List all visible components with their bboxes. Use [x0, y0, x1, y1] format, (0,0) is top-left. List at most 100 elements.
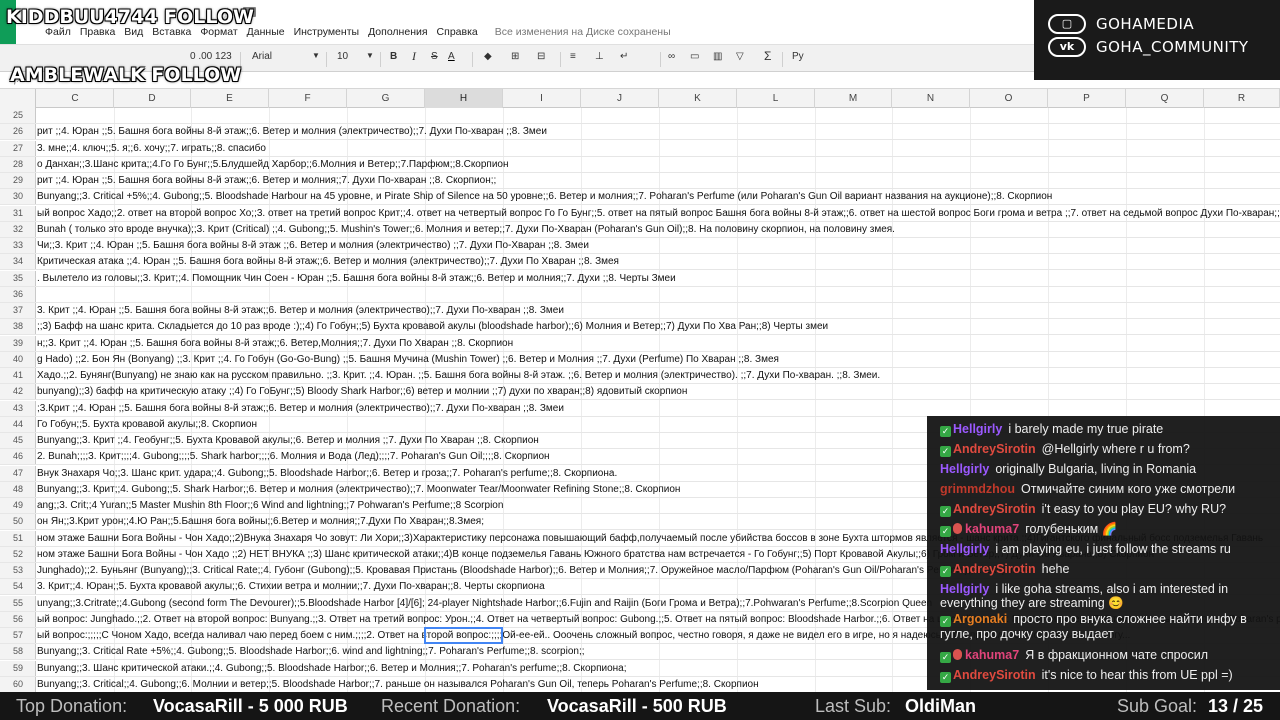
row-number[interactable]: 29 — [0, 173, 36, 189]
chat-username[interactable]: Hellgirly — [940, 582, 989, 596]
col-header-f[interactable]: F — [269, 89, 347, 108]
font-family-select[interactable]: Arial — [252, 51, 272, 62]
chat-username[interactable]: Hellgirly — [940, 542, 989, 556]
table-cell[interactable]: н;;3. Крит ;;4. Юран ;;5. Башня бога вой… — [37, 336, 1280, 351]
chat-username[interactable]: grimmdzhou — [940, 482, 1015, 496]
table-cell[interactable]: ый вопрос Хадо;;2. ответ на второй вопро… — [37, 206, 1280, 221]
menu-help[interactable]: Справка — [437, 26, 478, 38]
col-header-p[interactable]: P — [1048, 89, 1126, 108]
table-cell[interactable]: g Hado) ;;2. Бон Ян (Bonyang) ;;3. Крит … — [37, 352, 1280, 367]
chat-username[interactable]: AndreySirotin — [953, 502, 1036, 516]
comment-icon[interactable]: ▭ — [690, 51, 699, 62]
row-number[interactable]: 58 — [0, 644, 36, 660]
col-header-q[interactable]: Q — [1126, 89, 1204, 108]
table-cell[interactable]: 3. мне;;4. ключ;;5. я;;6. хочу;;7. играт… — [37, 141, 1280, 156]
row-number[interactable]: 41 — [0, 368, 36, 384]
merge-cells-icon[interactable]: ⊟ — [537, 51, 545, 62]
row-number[interactable]: 57 — [0, 628, 36, 644]
row-number[interactable]: 38 — [0, 319, 36, 335]
row-number[interactable]: 54 — [0, 579, 36, 595]
row-number[interactable]: 60 — [0, 676, 36, 692]
italic-button[interactable]: I — [412, 49, 416, 64]
row-number[interactable]: 33 — [0, 238, 36, 254]
col-header-m[interactable]: M — [815, 89, 892, 108]
table-cell[interactable]: ;;3) Бафф на шанс крита. Складыется до 1… — [37, 319, 1280, 334]
borders-icon[interactable]: ⊞ — [511, 51, 519, 62]
table-cell[interactable] — [37, 108, 1280, 123]
col-header-n[interactable]: N — [892, 89, 970, 108]
table-cell[interactable]: Критическая атака ;;4. Юран ;;5. Башня б… — [37, 254, 1280, 269]
chat-username[interactable]: AndreySirotin — [953, 668, 1036, 682]
chevron-down-icon[interactable]: ▼ — [312, 51, 320, 60]
select-all-corner[interactable] — [0, 89, 36, 108]
row-number[interactable]: 52 — [0, 546, 36, 562]
row-number[interactable]: 48 — [0, 481, 36, 497]
font-size-select[interactable]: 10 — [337, 51, 348, 62]
row-number[interactable]: 49 — [0, 498, 36, 514]
chart-icon[interactable]: ▥ — [713, 51, 722, 62]
align-left-icon[interactable]: ≡ — [570, 51, 576, 62]
row-number[interactable]: 46 — [0, 449, 36, 465]
chat-username[interactable]: Hellgirly — [953, 422, 1002, 436]
table-cell[interactable]: рит ;;4. Юран ;;5. Башня бога войны 8-й … — [37, 124, 1280, 139]
align-vertical-icon[interactable]: ⊥ — [595, 51, 604, 62]
table-cell[interactable]: Bunyang;;3. Critical +5%;;4. Gubong;;5. … — [37, 189, 1280, 204]
text-color-button[interactable]: A — [448, 51, 455, 62]
col-header-e[interactable]: E — [191, 89, 269, 108]
row-number[interactable]: 51 — [0, 530, 36, 546]
row-number[interactable]: 28 — [0, 156, 36, 172]
col-header-l[interactable]: L — [737, 89, 815, 108]
row-number[interactable]: 47 — [0, 465, 36, 481]
chat-username[interactable]: AndreySirotin — [953, 562, 1036, 576]
table-cell[interactable]: bunyang);;3) бафф на критическую атаку ;… — [37, 384, 1280, 399]
active-cell-selection[interactable] — [424, 627, 503, 644]
row-number[interactable]: 45 — [0, 433, 36, 449]
col-header-i[interactable]: I — [503, 89, 581, 108]
col-header-h[interactable]: H — [425, 89, 503, 108]
row-number[interactable]: 40 — [0, 351, 36, 367]
col-header-j[interactable]: J — [581, 89, 659, 108]
chevron-down-icon[interactable]: ▼ — [366, 51, 374, 60]
chat-username[interactable]: kahuma7 — [965, 522, 1019, 536]
row-number[interactable]: 30 — [0, 189, 36, 205]
table-cell[interactable]: . Вылетело из головы;;3. Крит;;4. Помощн… — [37, 271, 1280, 286]
row-number[interactable]: 50 — [0, 514, 36, 530]
functions-icon[interactable]: Σ — [764, 49, 771, 63]
row-number[interactable]: 37 — [0, 303, 36, 319]
chat-username[interactable]: Argonaki — [953, 612, 1007, 626]
filter-icon[interactable]: ▽ — [736, 51, 744, 62]
fill-color-icon[interactable]: ◆ — [484, 51, 492, 62]
col-header-o[interactable]: O — [970, 89, 1048, 108]
number-format-buttons[interactable]: 0 .00 123 — [190, 51, 232, 62]
strikethrough-button[interactable]: S — [431, 51, 438, 62]
row-number[interactable]: 36 — [0, 286, 36, 302]
menu-tools[interactable]: Инструменты — [294, 26, 359, 38]
bold-button[interactable]: B — [390, 51, 397, 62]
table-cell[interactable]: о Данхан;;3.Шанс крита;;4.Го Го Бунг;;5.… — [37, 157, 1280, 172]
col-header-g[interactable]: G — [347, 89, 425, 108]
row-number[interactable]: 25 — [0, 108, 36, 124]
col-header-k[interactable]: K — [659, 89, 737, 108]
row-number[interactable]: 39 — [0, 335, 36, 351]
row-number[interactable]: 27 — [0, 140, 36, 156]
row-number[interactable]: 42 — [0, 384, 36, 400]
chat-username[interactable]: kahuma7 — [965, 648, 1019, 662]
table-cell[interactable]: рит ;;4. Юран ;;5. Башня бога войны 8-й … — [37, 173, 1280, 188]
row-number[interactable]: 44 — [0, 416, 36, 432]
table-cell[interactable]: Хадо.;;2. Бунянг(Bunyang) не знаю как на… — [37, 368, 1280, 383]
row-number[interactable]: 55 — [0, 595, 36, 611]
row-number[interactable]: 59 — [0, 660, 36, 676]
wrap-text-icon[interactable]: ↵ — [620, 51, 628, 62]
row-number[interactable]: 26 — [0, 124, 36, 140]
row-number[interactable]: 35 — [0, 270, 36, 286]
chat-username[interactable]: Hellgirly — [940, 462, 989, 476]
row-number[interactable]: 53 — [0, 563, 36, 579]
row-number[interactable]: 56 — [0, 611, 36, 627]
col-header-r[interactable]: R — [1204, 89, 1280, 108]
table-cell[interactable]: ;3.Крит ;;4. Юран ;;5. Башня бога войны … — [37, 401, 1280, 416]
chat-username[interactable]: AndreySirotin — [953, 442, 1036, 456]
table-cell[interactable]: Чи;;3. Крит ;;4. Юран ;;5. Башня бога во… — [37, 238, 1280, 253]
row-number[interactable]: 43 — [0, 400, 36, 416]
col-header-d[interactable]: D — [114, 89, 191, 108]
row-number[interactable]: 32 — [0, 221, 36, 237]
